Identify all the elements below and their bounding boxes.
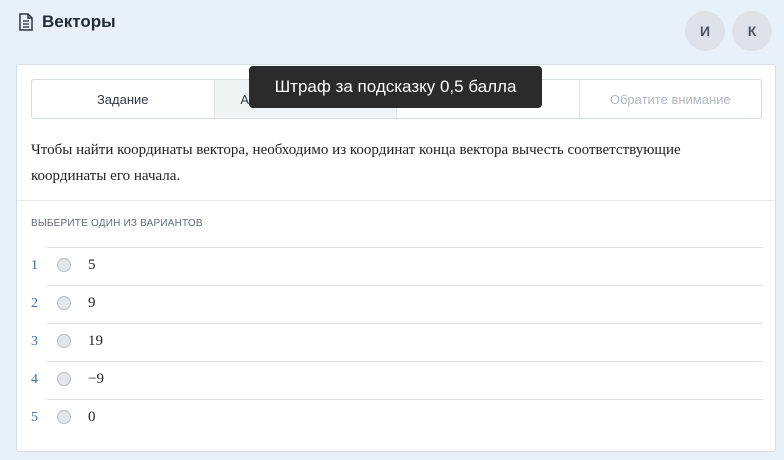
- option-item[interactable]: 1 5: [17, 247, 775, 285]
- document-icon: [18, 13, 34, 31]
- radio-button[interactable]: [57, 258, 71, 272]
- option-value: −9: [88, 371, 104, 387]
- page-header: Векторы: [18, 10, 116, 34]
- option-divider: [47, 361, 763, 362]
- option-item[interactable]: 4 −9: [17, 361, 775, 399]
- tab-attention[interactable]: Обратите внимание: [580, 80, 762, 118]
- option-value: 5: [88, 257, 96, 273]
- option-divider: [47, 399, 763, 400]
- choose-label: ВЫБЕРИТЕ ОДИН ИЗ ВАРИАНТОВ: [31, 218, 203, 229]
- option-number: 2: [31, 296, 38, 311]
- tab-task[interactable]: Задание: [32, 80, 215, 118]
- hint-text: Чтобы найти координаты вектора, необходи…: [31, 142, 681, 184]
- option-divider: [47, 285, 763, 286]
- option-divider: [47, 323, 763, 324]
- option-value: 19: [88, 333, 103, 349]
- task-card: Задание Актуализация знаний Решение Обра…: [16, 64, 776, 452]
- hint-penalty-tooltip: Штраф за подсказку 0,5 балла: [249, 66, 542, 108]
- page-title: Векторы: [42, 12, 116, 31]
- radio-button[interactable]: [57, 410, 71, 424]
- avatar[interactable]: И: [685, 11, 725, 51]
- radio-button[interactable]: [57, 372, 71, 386]
- option-number: 4: [31, 372, 38, 387]
- radio-button[interactable]: [57, 334, 71, 348]
- option-item[interactable]: 3 19: [17, 323, 775, 361]
- option-item[interactable]: 5 0: [17, 399, 775, 437]
- option-value: 9: [88, 295, 96, 311]
- divider: [17, 200, 775, 201]
- option-number: 5: [31, 410, 38, 425]
- option-divider: [47, 247, 763, 248]
- avatar[interactable]: К: [732, 11, 772, 51]
- option-value: 0: [88, 409, 96, 425]
- option-number: 3: [31, 334, 38, 349]
- option-item[interactable]: 2 9: [17, 285, 775, 323]
- radio-button[interactable]: [57, 296, 71, 310]
- option-number: 1: [31, 258, 38, 273]
- options-list: 1 5 2 9 3 19 4 −9 5 0: [17, 247, 775, 437]
